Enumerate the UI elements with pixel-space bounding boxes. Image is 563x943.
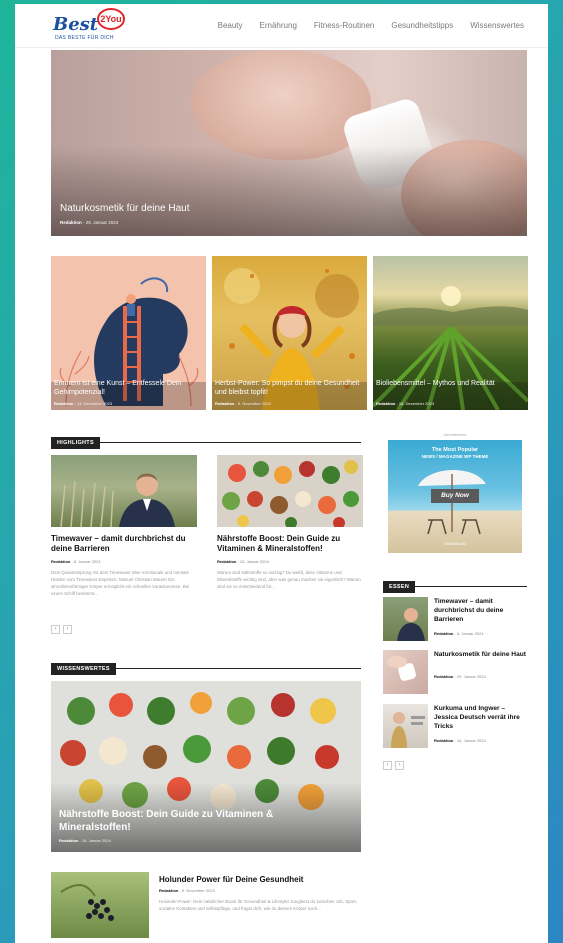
hero-author[interactable]: Redaktion: [60, 220, 82, 225]
wissenswertes-featured[interactable]: Nährstoffe Boost: Dein Guide zu Vitamine…: [51, 681, 361, 852]
hero-image-hand: [191, 50, 371, 160]
hero-date: 29. Januar 2024: [85, 220, 119, 225]
featured-title[interactable]: Nährstoffe Boost: Dein Guide zu Vitamine…: [59, 808, 319, 834]
nav-item-beauty[interactable]: Beauty: [218, 21, 243, 30]
highlight-excerpt-2: Warum sind Nährstoffe so wichtig? Du wei…: [217, 570, 361, 589]
buy-now-button[interactable]: Buy Now: [431, 489, 479, 503]
section-header-wissenswertes: WISSENSWERTES: [51, 657, 361, 675]
highlight-meta-1: Redaktion - 8. Januar 2024: [51, 559, 101, 564]
prev-page-button[interactable]: ‹: [383, 761, 392, 770]
logo-name: Best: [53, 14, 99, 35]
nav-item-wissenswertes[interactable]: Wissenswertes: [470, 21, 524, 30]
essen-title-3[interactable]: Kurkuma und Ingwer – Jessica Deutsch ver…: [434, 704, 530, 731]
ad-banner[interactable]: The Most Popular NEWS / MAGAZINE WP THEM…: [388, 440, 522, 553]
highlight-title-1[interactable]: Timewaver – damit durchbrichst du deine …: [51, 534, 201, 554]
logo-tagline: DAS BESTE FÜR DICH: [55, 35, 114, 41]
essen-item-1[interactable]: Timewaver – damit durchbrichst du deine …: [383, 597, 533, 645]
main-nav: Beauty Ernährung Fitness-Routinen Gesund…: [218, 21, 524, 30]
hero-title[interactable]: Naturkosmetik für deine Haut: [60, 203, 190, 214]
tile-meta: Redaktion - 18. Dezember 2023: [376, 401, 435, 406]
highlight-meta-2: Redaktion - 15. Januar 2024: [217, 559, 269, 564]
highlight-title-2[interactable]: Nährstoffe Boost: Dein Guide zu Vitamine…: [217, 534, 367, 554]
site-logo[interactable]: Best 2You DAS BESTE FÜR DICH: [53, 8, 133, 44]
prev-page-button[interactable]: ‹: [51, 625, 60, 634]
wissenswertes-item-meta: Redaktion - 5. November 2023: [159, 888, 215, 893]
elderberry-image[interactable]: [51, 872, 149, 938]
tile-post-2[interactable]: Herbst-Power: So pimpst du deine Gesundh…: [212, 256, 367, 410]
highlight-image-1[interactable]: [51, 455, 197, 527]
page: Best 2You DAS BESTE FÜR DICH Beauty Ernä…: [15, 4, 548, 943]
wissenswertes-item-title[interactable]: Holunder Power für Deine Gesundheit: [159, 875, 359, 885]
next-page-button[interactable]: ›: [395, 761, 404, 770]
essen-thumb-3[interactable]: [383, 704, 428, 748]
hero-post[interactable]: Naturkosmetik für deine Haut Redaktion -…: [51, 50, 527, 236]
tile-meta: Redaktion - 5. November 2023: [215, 401, 271, 406]
ad-size: 300x250 Ad: [444, 541, 466, 546]
nav-item-fitness[interactable]: Fitness-Routinen: [314, 21, 374, 30]
hero-meta: Redaktion - 29. Januar 2024: [60, 220, 119, 225]
wissenswertes-item-excerpt: Holunder-Power: Dein natürlicher Boost f…: [159, 899, 357, 911]
tile-title[interactable]: Erinnern ist eine Kunst – Entfessele Dei…: [54, 379, 204, 397]
essen-thumb-2[interactable]: [383, 650, 428, 694]
essen-title-2[interactable]: Naturkosmetik für deine Haut: [434, 650, 530, 659]
next-page-button[interactable]: ›: [63, 625, 72, 634]
essen-item-3[interactable]: Kurkuma und Ingwer – Jessica Deutsch ver…: [383, 704, 533, 752]
section-header-essen: ESSEN: [383, 575, 527, 593]
essen-thumb-1[interactable]: [383, 597, 428, 641]
tile-post-3[interactable]: Bioliebensmittel – Mythos und Realität R…: [373, 256, 528, 410]
essen-title-1[interactable]: Timewaver – damit durchbrichst du deine …: [434, 597, 530, 624]
featured-meta: Redaktion - 15. Januar 2024: [59, 838, 111, 843]
highlights-pager: ‹ ›: [51, 625, 72, 634]
logo-badge: 2You: [97, 8, 125, 30]
nav-item-ernaehrung[interactable]: Ernährung: [260, 21, 297, 30]
site-header: Best 2You DAS BESTE FÜR DICH Beauty Ernä…: [15, 4, 548, 48]
section-header-highlights: HIGHLIGHTS: [51, 431, 361, 449]
tile-title[interactable]: Herbst-Power: So pimpst du deine Gesundh…: [215, 379, 365, 397]
tile-post-1[interactable]: Erinnern ist eine Kunst – Entfessele Dei…: [51, 256, 206, 410]
essen-item-2[interactable]: Naturkosmetik für deine Haut Redaktion -…: [383, 650, 533, 698]
highlight-excerpt-1: Dein Quantensprung mit dem Timewaver übe…: [51, 570, 190, 596]
tile-title[interactable]: Bioliebensmittel – Mythos und Realität: [376, 379, 526, 388]
nav-item-gesundheitstipps[interactable]: Gesundheitstipps: [391, 21, 453, 30]
essen-pager: ‹ ›: [383, 761, 404, 770]
highlight-image-2[interactable]: [217, 455, 363, 527]
tile-meta: Redaktion - 13. Dezember 2023: [54, 401, 113, 406]
ad-label: - Advertisement -: [441, 433, 469, 437]
